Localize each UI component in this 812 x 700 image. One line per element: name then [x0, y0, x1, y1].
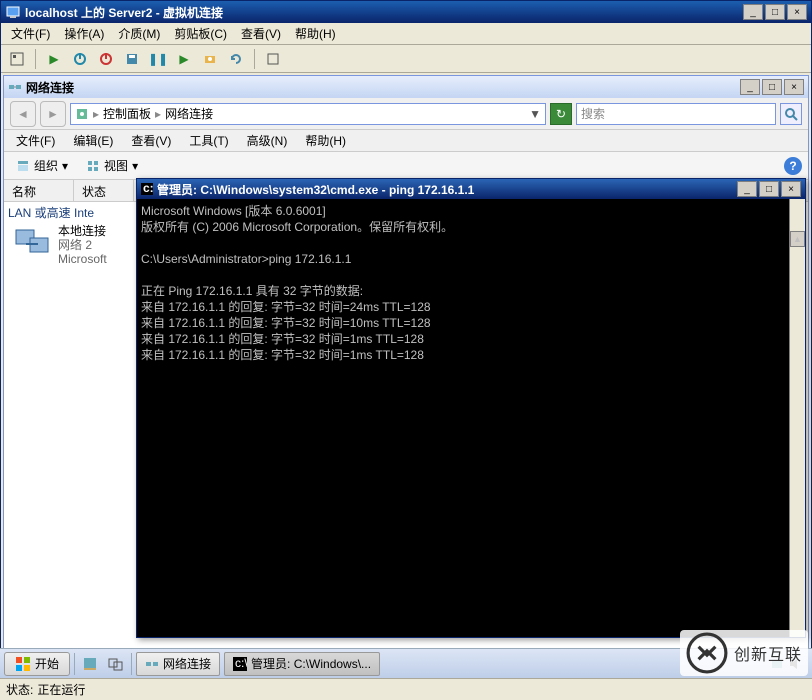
- search-placeholder: 搜索: [581, 105, 605, 122]
- exp-menu-file[interactable]: 文件(F): [8, 130, 63, 151]
- watermark: 创新互联: [680, 630, 808, 676]
- vm-menu: 文件(F) 操作(A) 介质(M) 剪贴板(C) 查看(V) 帮助(H): [1, 23, 811, 45]
- cmd-maximize-button[interactable]: □: [759, 181, 779, 197]
- explorer-command-bar: 组织 ▾ 视图 ▾ ?: [4, 152, 808, 180]
- cmd-scrollbar[interactable]: ▲ ▼: [789, 199, 805, 637]
- vm-menu-view[interactable]: 查看(V): [235, 23, 287, 44]
- explorer-titlebar: 网络连接 _ □ ×: [4, 76, 808, 98]
- ctrl-alt-del-icon[interactable]: [7, 49, 27, 69]
- reset-icon[interactable]: ▶: [174, 49, 194, 69]
- cmd-close-button[interactable]: ×: [781, 181, 801, 197]
- forward-button[interactable]: ►: [40, 101, 66, 127]
- power-off-icon[interactable]: [70, 49, 90, 69]
- network-connections-icon: [145, 657, 159, 671]
- scroll-up-button[interactable]: ▲: [790, 231, 805, 247]
- connection-item[interactable]: 本地连接 网络 2 Microsoft: [12, 224, 107, 266]
- show-desktop-icon[interactable]: [79, 653, 101, 675]
- cmd-minimize-button[interactable]: _: [737, 181, 757, 197]
- network-adapter-icon: [12, 224, 52, 260]
- connection-network: 网络 2: [58, 238, 107, 252]
- snapshot-icon[interactable]: [200, 49, 220, 69]
- explorer-menu: 文件(F) 编辑(E) 查看(V) 工具(T) 高级(N) 帮助(H): [4, 130, 808, 152]
- svg-text:c:\: c:\: [235, 657, 247, 670]
- organize-button[interactable]: 组织 ▾: [10, 155, 74, 176]
- dropdown-icon: ▾: [132, 159, 138, 173]
- vm-title: localhost 上的 Server2 - 虚拟机连接: [25, 4, 743, 21]
- scroll-track[interactable]: [790, 279, 805, 637]
- exp-menu-tools[interactable]: 工具(T): [181, 130, 236, 151]
- pause-icon[interactable]: ❚❚: [148, 49, 168, 69]
- col-name[interactable]: 名称: [4, 180, 74, 201]
- search-input[interactable]: 搜索: [576, 103, 776, 125]
- vm-minimize-button[interactable]: _: [743, 4, 763, 20]
- help-button[interactable]: ?: [784, 157, 802, 175]
- vm-menu-media[interactable]: 介质(M): [112, 23, 166, 44]
- breadcrumb-sep: ▸: [93, 107, 99, 121]
- breadcrumb-item-control-panel[interactable]: 控制面板: [103, 105, 151, 122]
- status-value: 正在运行: [37, 681, 85, 698]
- start-icon[interactable]: ▶: [44, 49, 64, 69]
- vm-menu-help[interactable]: 帮助(H): [289, 23, 342, 44]
- search-button[interactable]: [780, 103, 802, 125]
- refresh-button[interactable]: ↻: [550, 103, 572, 125]
- vm-close-button[interactable]: ×: [787, 4, 807, 20]
- vm-menu-action[interactable]: 操作(A): [58, 23, 110, 44]
- quick-launch: [74, 653, 132, 675]
- network-connections-icon: [8, 80, 22, 94]
- cmd-titlebar: c:\ 管理员: C:\Windows\system32\cmd.exe - p…: [137, 179, 805, 199]
- organize-label: 组织: [34, 157, 58, 174]
- exp-menu-view[interactable]: 查看(V): [123, 130, 179, 151]
- cmd-icon: c:\: [141, 183, 153, 195]
- revert-icon[interactable]: [226, 49, 246, 69]
- category-header: LAN 或高速 Inte: [8, 204, 94, 221]
- taskbar-item-label: 网络连接: [163, 655, 211, 672]
- explorer-title: 网络连接: [26, 79, 74, 96]
- vm-icon: [5, 4, 21, 20]
- back-button[interactable]: ◄: [10, 101, 36, 127]
- connection-adapter: Microsoft: [58, 252, 107, 266]
- cmd-title: 管理员: C:\Windows\system32\cmd.exe - ping …: [157, 181, 474, 198]
- taskbar-item-explorer[interactable]: 网络连接: [136, 652, 220, 676]
- views-button[interactable]: 视图 ▾: [80, 155, 144, 176]
- vm-menu-file[interactable]: 文件(F): [5, 23, 56, 44]
- fullscreen-icon[interactable]: [263, 49, 283, 69]
- svg-text:c:\: c:\: [143, 183, 153, 195]
- explorer-nav-toolbar: ◄ ► ▸ 控制面板 ▸ 网络连接 ▼ ↻ 搜索: [4, 98, 808, 130]
- vm-maximize-button[interactable]: □: [765, 4, 785, 20]
- exp-menu-advanced[interactable]: 高级(N): [239, 130, 296, 151]
- windows-logo-icon: [15, 656, 31, 672]
- switch-windows-icon[interactable]: [105, 653, 127, 675]
- dropdown-icon[interactable]: ▼: [529, 107, 541, 121]
- exp-menu-edit[interactable]: 编辑(E): [65, 130, 121, 151]
- dropdown-icon: ▾: [62, 159, 68, 173]
- cmd-window: c:\ 管理员: C:\Windows\system32\cmd.exe - p…: [136, 178, 806, 638]
- exp-menu-help[interactable]: 帮助(H): [297, 130, 354, 151]
- shutdown-icon[interactable]: [96, 49, 116, 69]
- control-panel-icon: [75, 107, 89, 121]
- save-icon[interactable]: [122, 49, 142, 69]
- vm-titlebar: localhost 上的 Server2 - 虚拟机连接 _ □ ×: [1, 1, 811, 23]
- explorer-minimize-button[interactable]: _: [740, 79, 760, 95]
- cmd-output[interactable]: Microsoft Windows [版本 6.0.6001] 版权所有 (C)…: [137, 199, 805, 637]
- start-button[interactable]: 开始: [4, 652, 70, 676]
- views-label: 视图: [104, 157, 128, 174]
- vm-toolbar: ▶ ❚❚ ▶: [1, 45, 811, 73]
- taskbar-item-label: 管理员: C:\Windows\...: [251, 655, 371, 672]
- connection-name: 本地连接: [58, 224, 107, 238]
- status-bar: 状态: 正在运行: [0, 678, 812, 700]
- status-label: 状态:: [6, 681, 33, 698]
- cmd-icon: c:\: [233, 657, 247, 671]
- start-label: 开始: [35, 655, 59, 672]
- address-bar[interactable]: ▸ 控制面板 ▸ 网络连接 ▼: [70, 103, 546, 125]
- col-status[interactable]: 状态: [74, 180, 134, 201]
- breadcrumb-item-network[interactable]: 网络连接: [165, 105, 213, 122]
- vm-menu-clipboard[interactable]: 剪贴板(C): [168, 23, 233, 44]
- explorer-close-button[interactable]: ×: [784, 79, 804, 95]
- taskbar-item-cmd[interactable]: c:\ 管理员: C:\Windows\...: [224, 652, 380, 676]
- explorer-maximize-button[interactable]: □: [762, 79, 782, 95]
- breadcrumb-sep: ▸: [155, 107, 161, 121]
- watermark-text: 创新互联: [734, 641, 802, 665]
